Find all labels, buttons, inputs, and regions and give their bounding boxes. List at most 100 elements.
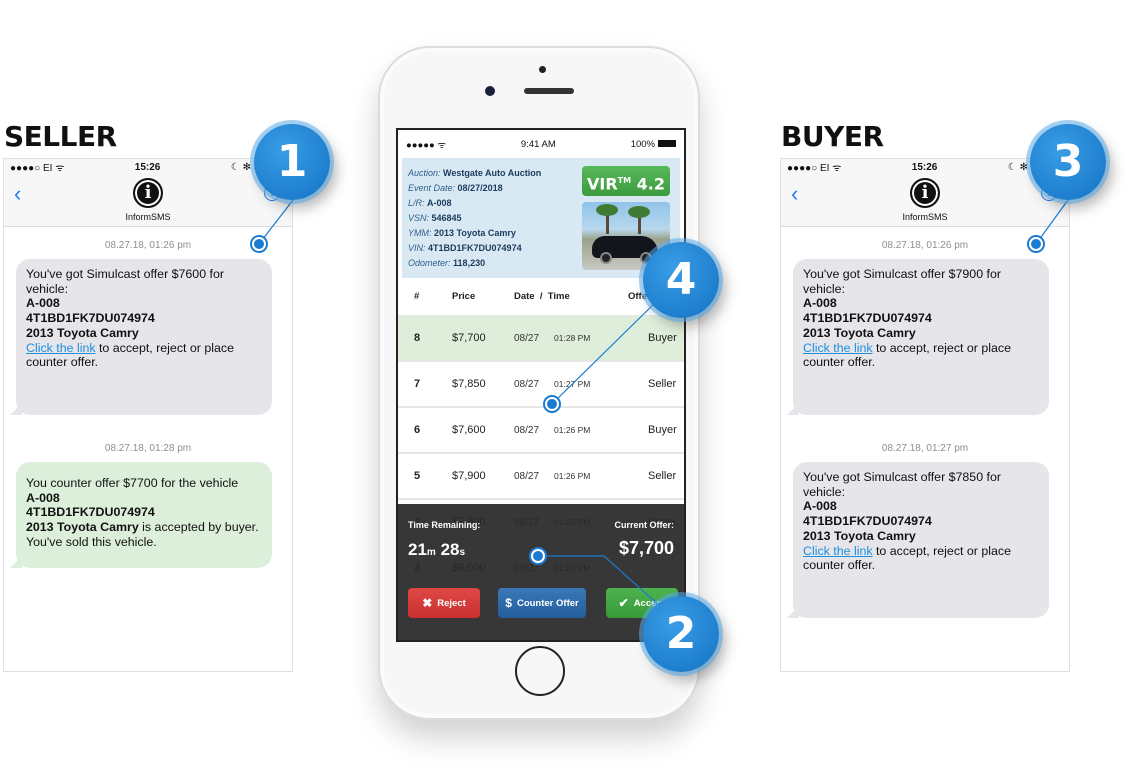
- status-time: 9:41 AM: [520, 138, 556, 150]
- status-time: 15:26: [134, 161, 161, 173]
- signal-indicator: ●●●●○ EI ᯤ: [10, 163, 65, 174]
- back-chevron-icon[interactable]: ‹: [791, 183, 798, 205]
- offer-number: 8: [414, 332, 421, 344]
- battery-indicator: 100%: [631, 139, 676, 150]
- current-offer-value: $7,700: [618, 538, 674, 558]
- message-text: is accepted by buyer.: [138, 520, 259, 535]
- vin: 4T1BD1FK7DU074974: [26, 505, 155, 520]
- callout-anchor-4: [543, 395, 561, 413]
- seller-heading: SELLER: [4, 120, 117, 153]
- offer-time: 01:28 PM: [554, 333, 591, 343]
- offer-number: 6: [414, 424, 421, 436]
- buyer-sms-screen: ●●●●○ EI ᯤ 15:26 ☾ ✻ 50% ▭ ‹ i InformSMS…: [780, 158, 1070, 672]
- status-time: 15:26: [911, 161, 938, 173]
- message-timestamp: 08.27.18, 01:27 pm: [881, 443, 969, 454]
- contact-name: InformSMS: [125, 212, 171, 222]
- offer-price: $7,600: [452, 424, 486, 436]
- informsms-logo-icon: i: [910, 178, 940, 208]
- back-chevron-icon[interactable]: ‹: [14, 183, 21, 205]
- offer-number: 5: [414, 470, 421, 482]
- time-remaining-label: Time Remaining:: [408, 520, 481, 530]
- vin: 4T1BD1FK7DU074974: [803, 514, 932, 529]
- x-icon: ✖: [422, 596, 433, 610]
- battery-percent: 100%: [630, 138, 655, 150]
- sms-navbar: ‹ i InformSMS i: [4, 175, 292, 227]
- offer-date: 08/27: [514, 470, 540, 482]
- status-bar: ●●●●● ᯤ 9:41 AM 100%: [398, 130, 684, 158]
- callout-anchor-3: [1027, 235, 1045, 253]
- message-timestamp: 08.27.18, 01:28 pm: [104, 443, 192, 454]
- offer-offeror: Buyer: [648, 332, 677, 344]
- offer-action-panel: Time Remaining: Current Offer: 21m 28s $…: [398, 504, 684, 640]
- seller-sms-screen: ●●●●○ EI ᯤ 15:26 ☾ ✻ 50% ▭ ‹ i InformSMS…: [3, 158, 293, 672]
- lot-number: A-008: [803, 296, 837, 311]
- offer-row[interactable]: 8 $7,700 08/27 01:28 PM Buyer: [398, 316, 684, 362]
- message-text: You've got Simulcast offer $7600 for veh…: [26, 267, 224, 296]
- offer-offeror: Seller: [648, 470, 677, 482]
- message-timestamp: 08.27.18, 01:26 pm: [881, 240, 969, 251]
- callout-badge-2: 2: [643, 596, 719, 672]
- proximity-sensor: [539, 66, 546, 73]
- status-bar: ●●●●○ EI ᯤ 15:26 ☾ ✻ 50% ▭: [781, 159, 1069, 175]
- message-bubble: You counter offer $7700 for the vehicle …: [16, 462, 272, 568]
- signal-indicator: ●●●●○ EI ᯤ: [787, 163, 842, 174]
- offer-link[interactable]: Click the link: [803, 544, 873, 558]
- offer-offeror: Seller: [648, 378, 677, 390]
- ymm: 2013 Toyota Camry: [803, 528, 916, 543]
- callout-badge-4: 4: [643, 242, 719, 318]
- buyer-heading: BUYER: [781, 120, 884, 153]
- col-price: Price: [452, 291, 476, 302]
- message-timestamp: 08.27.18, 01:26 pm: [104, 240, 192, 251]
- vin: 4T1BD1FK7DU074974: [26, 311, 155, 326]
- sms-navbar: ‹ i InformSMS i: [781, 175, 1069, 227]
- offer-link[interactable]: Click the link: [803, 341, 873, 355]
- countdown-timer: 21m 28s: [408, 540, 466, 559]
- ymm: 2013 Toyota Camry: [26, 325, 139, 340]
- message-bubble: You've got Simulcast offer $7600 for veh…: [16, 259, 272, 415]
- status-bar: ●●●●○ EI ᯤ 15:26 ☾ ✻ 50% ▭: [4, 159, 292, 175]
- battery-icon: [658, 140, 676, 148]
- offer-price: $7,700: [452, 332, 486, 344]
- offer-price: $7,900: [452, 470, 486, 482]
- callout-badge-1: 1: [254, 124, 330, 200]
- offers-table-header: # Price Date / Time Offeror: [398, 278, 684, 316]
- signal-indicator: ●●●●● ᯤ: [406, 139, 447, 151]
- callout-anchor-2: [529, 547, 547, 565]
- lot-number: A-008: [26, 490, 60, 505]
- counter-offer-button[interactable]: $ Counter Offer: [498, 588, 586, 618]
- reject-button[interactable]: ✖ Reject: [408, 588, 480, 618]
- vehicle-info-panel: Auction: Westgate Auto Auction Event Dat…: [402, 158, 680, 278]
- offer-date: 08/27: [514, 332, 540, 344]
- col-number: #: [414, 291, 420, 302]
- offer-row[interactable]: 6 $7,600 08/27 01:26 PM Buyer: [398, 408, 684, 454]
- ymm: 2013 Toyota Camry: [803, 325, 916, 340]
- callout-anchor-1: [250, 235, 268, 253]
- offer-row[interactable]: 7 $7,850 08/27 01:27 PM Seller: [398, 362, 684, 408]
- offer-number: 7: [414, 378, 421, 390]
- speaker-grille: [524, 88, 574, 94]
- offer-link[interactable]: Click the link: [26, 341, 96, 355]
- vin: 4T1BD1FK7DU074974: [803, 311, 932, 326]
- message-text: You've got Simulcast offer $7850 for veh…: [803, 470, 1001, 499]
- front-camera: [485, 86, 495, 96]
- col-date-time: Date / Time: [514, 291, 570, 302]
- offer-date: 08/27: [514, 378, 540, 390]
- dollar-icon: $: [505, 596, 512, 610]
- checkmark-icon: ✔: [618, 596, 629, 610]
- informsms-logo-icon: i: [133, 178, 163, 208]
- vir-score-button[interactable]: VIRTM 4.2: [582, 166, 670, 196]
- callout-badge-3: 3: [1030, 124, 1106, 200]
- home-button[interactable]: [515, 646, 565, 696]
- ymm: 2013 Toyota Camry: [26, 520, 139, 535]
- offer-price: $7,850: [452, 378, 486, 390]
- current-offer-label: Current Offer:: [614, 520, 674, 530]
- lot-number: A-008: [803, 499, 837, 514]
- message-bubble: You've got Simulcast offer $7900 for veh…: [793, 259, 1049, 415]
- contact-name: InformSMS: [902, 212, 948, 222]
- offer-row[interactable]: 5 $7,900 08/27 01:26 PM Seller: [398, 454, 684, 500]
- phone-screen: ●●●●● ᯤ 9:41 AM 100% Auction: Westgate A…: [396, 128, 686, 642]
- offer-date: 08/27: [514, 424, 540, 436]
- offer-offeror: Buyer: [648, 424, 677, 436]
- message-text: You counter offer $7700 for the vehicle: [26, 476, 239, 490]
- message-text: You've sold this vehicle.: [26, 534, 157, 549]
